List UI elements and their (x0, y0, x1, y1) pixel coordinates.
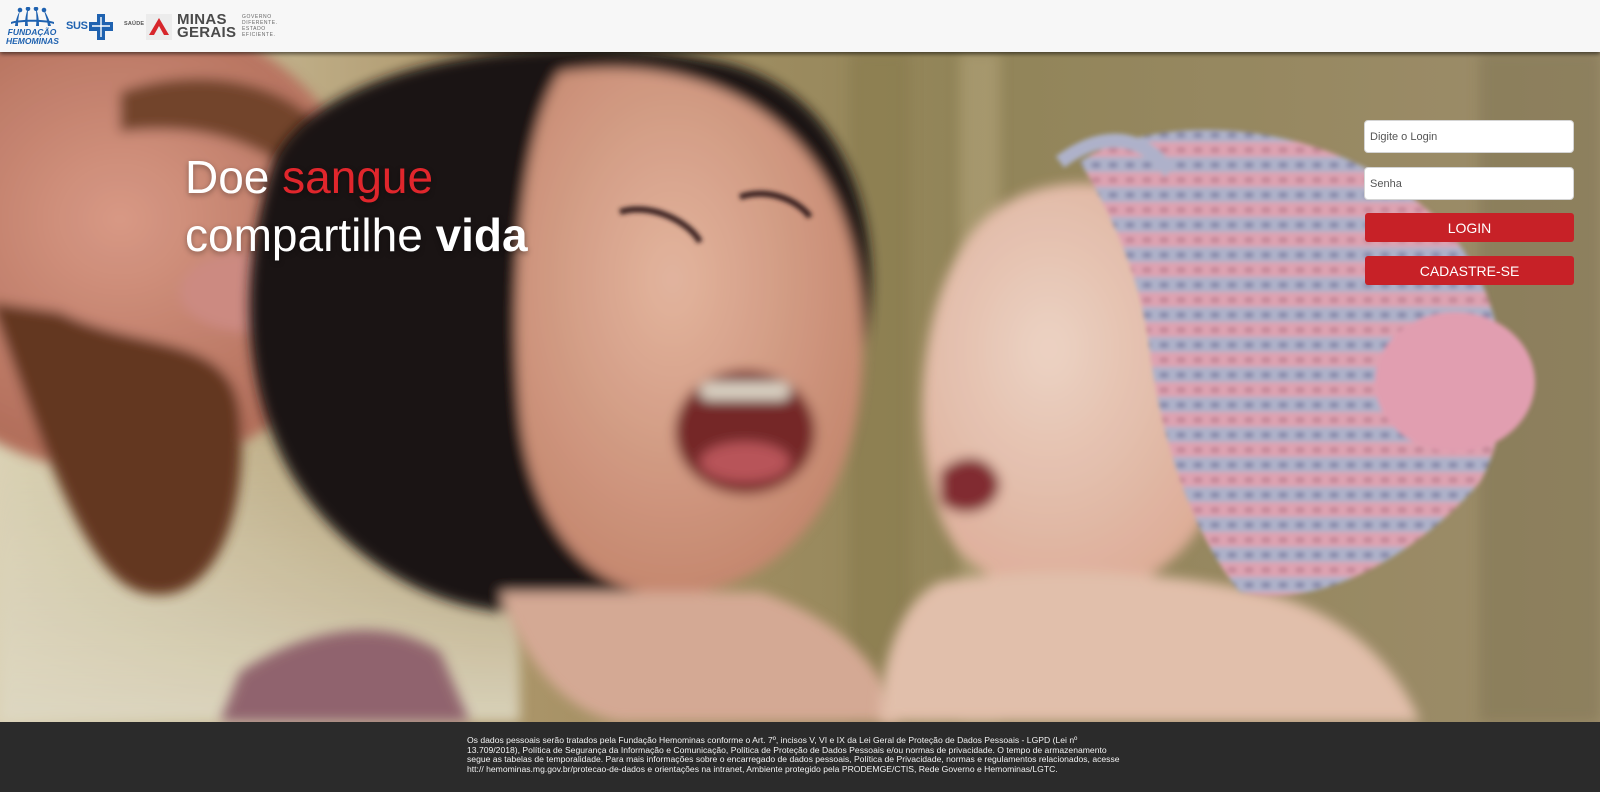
headline-word-compartilhe: compartilhe (185, 209, 423, 261)
password-input[interactable] (1364, 167, 1574, 200)
headline-word-vida: vida (435, 209, 528, 261)
sus-logo-text: SUS (66, 20, 88, 32)
headline-line1: Doe sangue (185, 148, 528, 206)
minas-gerais-logo-line2: GERAIS (177, 24, 237, 41)
saude-label: SAÚDE (124, 21, 145, 27)
tagline-line: EFICIENTE. (242, 32, 276, 38)
hemominas-drops-icon (11, 7, 54, 26)
login-button[interactable]: LOGIN (1365, 213, 1574, 242)
login-input[interactable] (1364, 120, 1574, 153)
minas-gerais-triangle-icon (146, 14, 172, 40)
minas-gerais-logo[interactable]: MINAS GERAIS GOVERNO DIFERENTE. ESTADO E… (146, 12, 277, 41)
hemominas-logo[interactable]: FUNDAÇÃO HEMOMINAS (6, 7, 59, 47)
privacy-notice: Os dados pessoais serão tratados pela Fu… (467, 735, 1120, 774)
login-panel: LOGIN CADASTRE-SE (1364, 120, 1575, 285)
sus-cross-icon (89, 14, 113, 40)
minas-gerais-tagline: GOVERNO DIFERENTE. ESTADO EFICIENTE. (242, 14, 282, 38)
headline-word-doe: Doe (185, 151, 270, 203)
top-header: FUNDAÇÃO HEMOMINAS SUS SAÚDE MINAS GERAI… (0, 0, 1600, 52)
hemominas-logo-line2: HEMOMINAS (6, 36, 59, 46)
hero-headline: Doe sangue compartilhe vida (185, 148, 528, 264)
register-button[interactable]: CADASTRE-SE (1365, 256, 1574, 285)
hero-banner: Doe sangue compartilhe vida LOGIN CADAST… (0, 52, 1600, 722)
footer: Os dados pessoais serão tratados pela Fu… (0, 722, 1600, 792)
headline-word-sangue: sangue (282, 151, 434, 203)
sus-logo[interactable]: SUS (66, 14, 114, 40)
headline-line2: compartilhe vida (185, 206, 528, 264)
